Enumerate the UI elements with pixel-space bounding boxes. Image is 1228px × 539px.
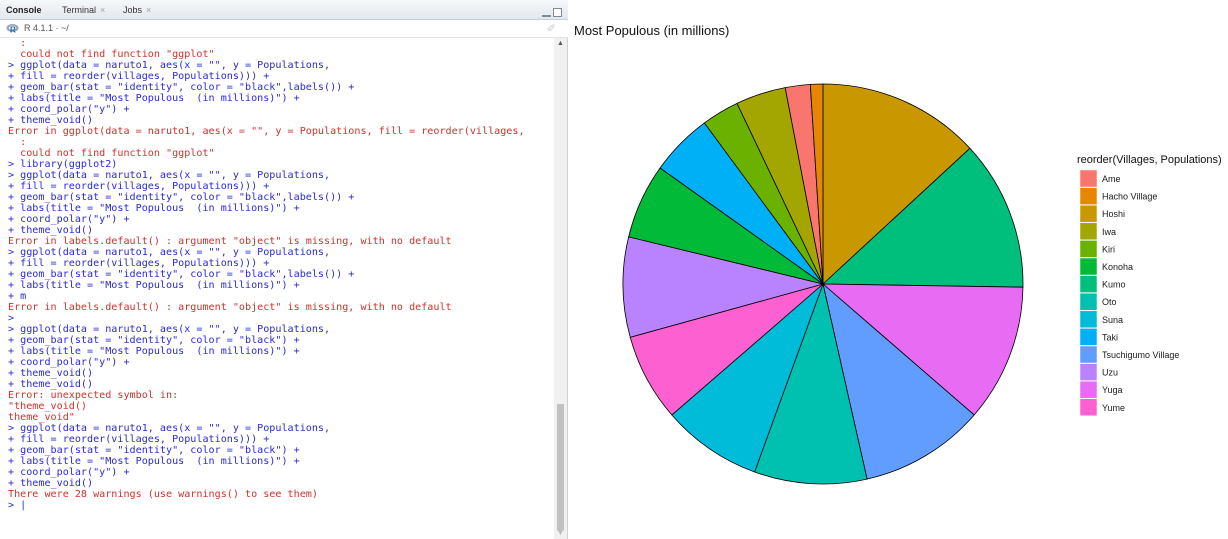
tab-console-label: Console <box>6 5 42 15</box>
legend-key <box>1079 240 1098 258</box>
minimize-icon[interactable] <box>542 12 551 17</box>
legend-label: Hacho Village <box>1102 192 1157 202</box>
console-command-line: + coord_polar("y") + <box>8 104 130 115</box>
console-error-line: : <box>8 137 27 148</box>
console-scrollbar[interactable]: ▲ ▼ <box>554 38 567 539</box>
console-command-line: + fill = reorder(villages, Populations))… <box>8 434 270 445</box>
console-command-line: + theme_void() <box>8 379 94 390</box>
console-command-line: > ggplot(data = naruto1, aes(x = "", y =… <box>8 247 331 258</box>
console-command-line: + fill = reorder(villages, Populations))… <box>8 181 270 192</box>
console-command-line: > library(ggplot2) <box>8 159 118 170</box>
legend-key <box>1079 380 1098 399</box>
console-error-line: Error in labels.default() : argument "ob… <box>8 302 452 313</box>
plot-pane: Most Populous (in millions) reorder(Vill… <box>568 0 1228 539</box>
legend-title: reorder(Villages, Populations) <box>1077 154 1222 166</box>
console-command-line: + geom_bar(stat = "identity", color = "b… <box>8 269 355 280</box>
console-path-bar: R R 4.1.1 · ~/ ✐ <box>0 20 568 38</box>
console-command-line: + labs(title = "Most Populous (in millio… <box>8 346 300 357</box>
console-command-line: + theme_void() <box>8 368 94 379</box>
console-command-line: + geom_bar(stat = "identity", color = "b… <box>8 82 355 93</box>
console-error-line: "theme_void() <box>8 401 88 412</box>
legend-key <box>1079 222 1098 241</box>
console-error-line: Error: unexpected symbol in: <box>8 390 179 401</box>
legend-label: Iwa <box>1102 227 1116 237</box>
close-icon[interactable]: × <box>146 5 151 15</box>
console-command-line: + coord_polar("y") + <box>8 357 130 368</box>
legend-key <box>1079 292 1098 311</box>
legend-key <box>1079 275 1098 293</box>
legend-label: Ame <box>1102 174 1121 184</box>
console-command-line: + theme_void() <box>8 478 94 489</box>
legend-label: Konoha <box>1102 262 1133 272</box>
chart-title: Most Populous (in millions) <box>574 23 729 38</box>
clear-console-icon[interactable]: ✐ <box>547 22 556 35</box>
console-command-line: + coord_polar("y") + <box>8 214 130 225</box>
console-command-line: + labs(title = "Most Populous (in millio… <box>8 203 300 214</box>
legend-key <box>1079 345 1098 364</box>
console-error-line: There were 28 warnings (use warnings() t… <box>8 489 318 500</box>
console-command-line: + fill = reorder(villages, Populations))… <box>8 258 270 269</box>
console-command-line: > ggplot(data = naruto1, aes(x = "", y =… <box>8 423 331 434</box>
pane-tab-bar: Console Terminal × Jobs × <box>0 0 568 20</box>
console-command-line: + theme_void() <box>8 225 94 236</box>
console-pane: Console Terminal × Jobs × R R 4.1.1 · ~/ ✐… <box>0 0 568 539</box>
console-error-line: could not find function "ggplot" <box>8 148 215 159</box>
legend-key <box>1079 204 1098 223</box>
legend-key <box>1079 328 1098 346</box>
legend-key <box>1079 310 1098 329</box>
scroll-up-icon[interactable]: ▲ <box>557 40 564 47</box>
scroll-down-icon[interactable]: ▼ <box>557 530 564 537</box>
console-command-line: + geom_bar(stat = "identity", color = "b… <box>8 445 300 456</box>
console-error-line: Error in labels.default() : argument "ob… <box>8 236 452 247</box>
console-command-line: + labs(title = "Most Populous (in millio… <box>8 93 300 104</box>
console-error-line: : <box>8 38 27 49</box>
console-command-line: > ggplot(data = naruto1, aes(x = "", y =… <box>8 324 331 335</box>
maximize-icon[interactable] <box>553 8 562 17</box>
console-error-line: could not find function "ggplot" <box>8 49 215 60</box>
scroll-thumb[interactable] <box>557 404 564 531</box>
tab-terminal[interactable]: Terminal × <box>62 0 105 20</box>
legend-label: Hoshi <box>1102 209 1125 219</box>
pie-chart: Most Populous (in millions) reorder(Vill… <box>574 23 1222 485</box>
console-command-line: > ggplot(data = naruto1, aes(x = "", y =… <box>8 60 331 71</box>
console-command-line: > ggplot(data = naruto1, aes(x = "", y =… <box>8 170 331 181</box>
legend-label: Oto <box>1102 297 1117 307</box>
r-logo-icon: R <box>6 24 19 35</box>
close-icon[interactable]: × <box>100 5 105 15</box>
console-command-line: + labs(title = "Most Populous (in millio… <box>8 280 300 291</box>
tab-console[interactable]: Console <box>6 0 42 20</box>
tab-jobs-label: Jobs <box>123 5 143 15</box>
tab-terminal-label: Terminal <box>62 5 97 15</box>
console-error-line: Error in ggplot(data = naruto1, aes(x = … <box>8 126 525 137</box>
chart-legend: Ame Hacho Village Hoshi Iwa Kiri Konoha Kumo Ot… <box>1079 169 1179 417</box>
legend-label: Kumo <box>1102 280 1126 290</box>
tab-jobs[interactable]: Jobs × <box>123 0 151 20</box>
legend-key <box>1079 187 1098 205</box>
r-version-path[interactable]: R 4.1.1 · ~/ <box>24 23 69 33</box>
legend-key <box>1079 169 1098 188</box>
svg-text:R: R <box>10 26 16 35</box>
console-command-line: + labs(title = "Most Populous (in millio… <box>8 456 300 467</box>
legend-label: Suna <box>1102 315 1123 325</box>
legend-label: Yuga <box>1102 385 1123 395</box>
legend-label: Yume <box>1102 403 1125 413</box>
console-command-line: + theme_void() <box>8 115 94 126</box>
console-command-line: + fill = reorder(villages, Populations))… <box>8 71 270 82</box>
console-output[interactable]: : could not find function "ggplot" > ggpl… <box>0 38 554 539</box>
console-command-line: + m <box>8 291 27 302</box>
console-command-line: > <box>8 313 15 324</box>
legend-label: Taki <box>1102 332 1118 342</box>
legend-key <box>1079 398 1098 417</box>
console-command-line: + coord_polar("y") + <box>8 467 130 478</box>
legend-key <box>1079 363 1098 381</box>
console-command-line: + geom_bar(stat = "identity", color = "b… <box>8 192 355 203</box>
legend-label: Tsuchigumo Village <box>1102 350 1179 360</box>
console-command-line: + geom_bar(stat = "identity", color = "b… <box>8 335 300 346</box>
legend-label: Kiri <box>1102 244 1115 254</box>
console-error-line: theme_void" <box>8 412 75 423</box>
legend-key <box>1079 257 1098 276</box>
legend-label: Uzu <box>1102 368 1118 378</box>
console-command-line: > | <box>8 500 27 511</box>
